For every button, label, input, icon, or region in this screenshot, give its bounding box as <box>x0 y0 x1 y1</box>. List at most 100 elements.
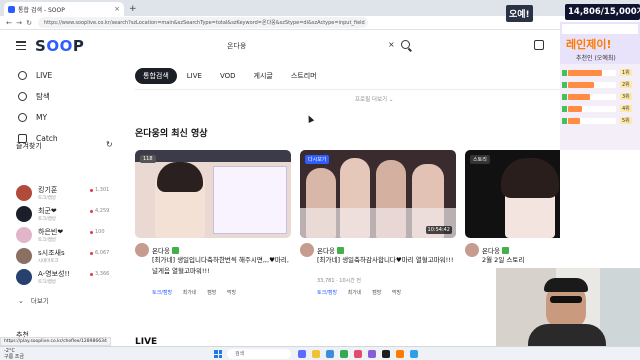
soop-logo[interactable]: SOOP <box>35 37 84 55</box>
more-label: 더보기 <box>30 297 49 305</box>
story-thumbnail[interactable]: 스토리 <box>465 150 560 238</box>
chevron-down-icon: ⌄ <box>18 297 24 305</box>
tag[interactable]: 최가네 <box>183 290 197 296</box>
search-box[interactable]: 온다웅 × <box>215 38 415 56</box>
more-favorites-button[interactable]: ⌄ 더보기 <box>18 295 49 305</box>
tag[interactable]: 캠방 <box>372 290 381 296</box>
close-tab-icon[interactable]: × <box>114 5 120 13</box>
tab-all[interactable]: 통합검색 <box>135 68 177 84</box>
avatar[interactable] <box>465 243 479 257</box>
app-icon[interactable] <box>382 350 390 358</box>
rank-bar-fill <box>568 118 580 124</box>
thumb-hair <box>501 158 559 198</box>
favorite-item[interactable]: 최군❤ 토크/캠방 4,259 <box>16 205 116 225</box>
forward-icon[interactable]: → <box>14 19 24 27</box>
video-tags: 토크/캠방 최가네 캠방 먹방 <box>317 289 410 296</box>
tab-posts[interactable]: 게시글 <box>246 68 281 84</box>
rank-bar-fill <box>568 70 602 76</box>
video-author[interactable]: 온다웅 <box>317 245 344 255</box>
cam-hair <box>544 278 588 292</box>
avatar[interactable] <box>135 243 149 257</box>
favorite-item[interactable]: 킹기훈 토크/캠방 1,301 <box>16 184 116 204</box>
url-field[interactable]: https://www.sooplive.co.kr/search?szLoca… <box>38 17 368 28</box>
profile-more-button[interactable]: 프로필 더보기 ⌄ <box>355 95 393 103</box>
rank-bar <box>568 106 616 112</box>
app-icon[interactable] <box>298 350 306 358</box>
viewer-count: 6,067 <box>95 250 110 256</box>
favorite-item[interactable]: A-영보성!! 토크/캠방 3,366 <box>16 268 116 288</box>
favorite-category: 토크/캠방 <box>38 196 57 201</box>
tab-title: 통합 검색 - SOOP <box>18 6 65 14</box>
viewer-count: 3,366 <box>95 271 110 277</box>
sidebar-item-explore[interactable]: 탐색 <box>18 90 50 102</box>
video-author[interactable]: 온다웅 <box>152 245 179 255</box>
app-icon[interactable] <box>396 350 404 358</box>
new-tab-button[interactable]: + <box>129 4 137 14</box>
favorite-item[interactable]: s시조새s 시네마토크 6,067 <box>16 247 116 267</box>
tag[interactable]: 최가네 <box>348 290 362 296</box>
taskbar-search[interactable]: 검색 <box>227 349 291 359</box>
folder-icon[interactable] <box>312 350 320 358</box>
clear-search-icon[interactable]: × <box>388 40 395 49</box>
chrome-icon[interactable] <box>340 350 348 358</box>
taskbar: -2°C 구름 조금 검색 <box>0 346 640 360</box>
video-card[interactable]: 118 온다웅 [최가네] 생일입니다축하한번씩 해주시면,,,♥마리,널게음 … <box>135 150 291 300</box>
search-input[interactable]: 온다웅 <box>227 41 246 51</box>
browser-tab[interactable]: 통합 검색 - SOOP × <box>4 2 124 16</box>
tag[interactable]: 먹방 <box>392 290 401 296</box>
profile-more-label: 프로필 더보기 <box>355 97 388 103</box>
sidebar-item-my[interactable]: MY <box>18 111 47 123</box>
cam-window <box>600 268 640 346</box>
app-icon[interactable] <box>410 350 418 358</box>
avatar <box>16 269 32 285</box>
rank-tag: 5위 <box>620 117 632 124</box>
favorite-name: A-영보성!! <box>38 270 71 278</box>
favorite-name: 최군❤ <box>38 207 57 215</box>
sidebar-item-live[interactable]: LIVE <box>18 69 52 81</box>
tag[interactable]: 토크/캠방 <box>317 290 337 296</box>
story-title[interactable]: 2월 2일 스토리 <box>482 255 560 266</box>
section-title: 온다웅의 최신 영상 <box>135 129 208 139</box>
app-icon[interactable] <box>354 350 362 358</box>
video-thumbnail[interactable]: 다시보기 10:54:42 <box>300 150 456 238</box>
layout-toggle-icon[interactable] <box>534 40 544 50</box>
tag[interactable]: 토크/캠방 <box>152 290 172 296</box>
rank-tag: 4위 <box>620 105 632 112</box>
tab-vod[interactable]: VOD <box>212 68 244 84</box>
video-card[interactable]: 다시보기 10:54:42 온다웅 [최가네] 생일축하감사합니다♥마리 열혈고… <box>300 150 456 300</box>
back-icon[interactable]: ← <box>4 19 14 27</box>
rank-bar <box>568 82 616 88</box>
sidebar-item-label: MY <box>36 112 48 122</box>
reload-icon[interactable]: ↻ <box>24 19 34 27</box>
rank-badge-icon <box>562 82 567 88</box>
author-name: 온다웅 <box>482 247 500 255</box>
video-title[interactable]: [최가네] 생일입니다축하한번씩 해주시면,,,♥마리,널게음 열혈고마워!!! <box>152 255 289 276</box>
tab-streamers[interactable]: 스트리머 <box>283 68 325 84</box>
weather-widget[interactable]: -2°C 구름 조금 <box>4 348 24 360</box>
refresh-icon[interactable]: ↻ <box>106 140 113 149</box>
favorite-category: 토크/캠방 <box>38 217 57 222</box>
avatar[interactable] <box>300 243 314 257</box>
favorite-item[interactable]: 하은빈❤ 토크/캠방 100 <box>16 226 116 246</box>
tag[interactable]: 캠방 <box>207 290 216 296</box>
stream-overlay-panel: 레인제이! 추천인 (오예최) 1위 2위 3위 4위 5위 <box>560 22 640 150</box>
video-author[interactable]: 온다웅 <box>482 245 509 255</box>
menu-icon[interactable] <box>16 41 26 51</box>
rank-tag: 1위 <box>620 69 632 76</box>
chevron-down-icon: ⌄ <box>388 97 394 103</box>
viewer-count: 100 <box>95 229 105 235</box>
video-title[interactable]: [최가네] 생일축하감사합니다♥마리 열혈고마워!!! <box>317 255 454 266</box>
rank-badge-icon <box>562 106 567 112</box>
rank-badge-icon <box>562 70 567 76</box>
app-icon[interactable] <box>368 350 376 358</box>
author-name: 온다웅 <box>317 247 335 255</box>
video-thumbnail[interactable]: 118 <box>135 150 291 238</box>
search-icon[interactable] <box>401 40 410 49</box>
browser-icon[interactable] <box>326 350 334 358</box>
live-icon <box>18 70 27 80</box>
start-icon[interactable] <box>214 350 222 358</box>
tag[interactable]: 먹방 <box>227 290 236 296</box>
favorite-category: 토크/캠방 <box>38 280 57 285</box>
overlay-event-title: 레인제이! <box>566 38 612 51</box>
tab-live[interactable]: LIVE <box>179 68 210 84</box>
